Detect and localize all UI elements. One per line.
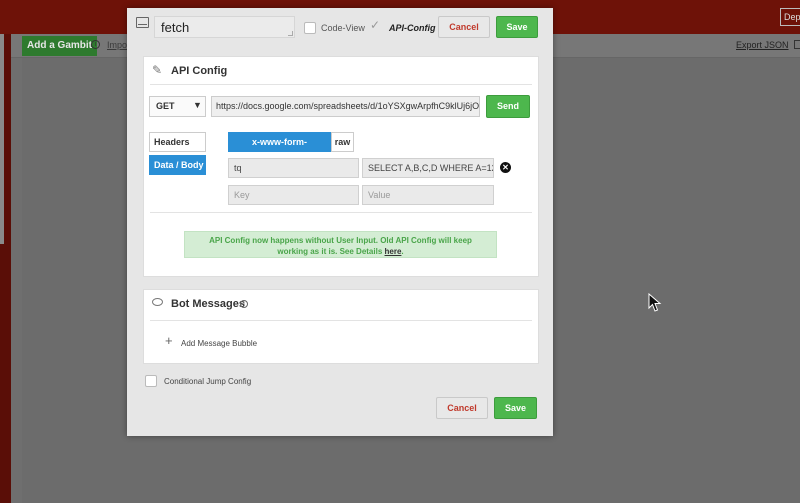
deploy-button[interactable]: Deploy bbox=[780, 8, 800, 26]
notice-line-2: working as it is. See Details here. bbox=[185, 246, 496, 257]
export-json-link[interactable]: Export JSON bbox=[736, 40, 789, 50]
tab-x-www-form-urlencoded[interactable]: x-www-form-urlencoded bbox=[228, 132, 331, 165]
param-value-input[interactable]: SELECT A,B,C,D WHERE A=123 bbox=[362, 158, 494, 178]
notice-text: working as it is. See Details bbox=[277, 247, 383, 256]
pencil-icon: ✎ bbox=[152, 63, 163, 77]
gambit-name-input[interactable] bbox=[154, 16, 295, 38]
new-param-key-input[interactable]: Key bbox=[228, 185, 359, 205]
mouse-cursor-icon bbox=[648, 293, 662, 312]
tab-data-body[interactable]: Data / Body bbox=[149, 155, 206, 175]
gambit-card-icon bbox=[136, 17, 149, 28]
resize-grip-icon[interactable] bbox=[288, 31, 293, 36]
api-url-input[interactable]: https://docs.google.com/spreadsheets/d/1… bbox=[211, 96, 480, 117]
code-view-checkbox[interactable] bbox=[304, 22, 316, 34]
tab-headers[interactable]: Headers bbox=[149, 132, 206, 152]
api-config-title: API Config bbox=[171, 65, 228, 77]
left-scroll-handle[interactable] bbox=[0, 34, 4, 244]
app-left-strip bbox=[0, 34, 11, 503]
remove-param-icon[interactable]: ✕ bbox=[500, 162, 511, 173]
divider bbox=[150, 212, 532, 213]
code-view-label: Code-View bbox=[321, 23, 365, 33]
cancel-button-top[interactable]: Cancel bbox=[438, 16, 490, 38]
export-icon[interactable] bbox=[794, 40, 800, 49]
param-key-input[interactable]: tq bbox=[228, 158, 359, 178]
divider bbox=[150, 84, 532, 85]
info-icon[interactable]: i bbox=[91, 40, 100, 49]
api-config-notice: API Config now happens without User Inpu… bbox=[184, 231, 497, 258]
new-param-value-input[interactable]: Value bbox=[362, 185, 494, 205]
add-message-bubble-button[interactable]: Add Message Bubble bbox=[181, 339, 257, 348]
caret-down-icon[interactable]: ▼ bbox=[193, 100, 202, 111]
api-config-checkmark-icon[interactable]: ✓ bbox=[370, 19, 380, 31]
cancel-button-bottom[interactable]: Cancel bbox=[436, 397, 488, 419]
send-button[interactable]: Send bbox=[486, 95, 530, 118]
chat-bubble-icon bbox=[152, 298, 163, 306]
tab-raw[interactable]: raw bbox=[331, 132, 354, 152]
conditional-jump-label: Conditional Jump Config bbox=[164, 377, 252, 386]
details-here-link[interactable]: here bbox=[385, 247, 402, 256]
save-button-top[interactable]: Save bbox=[496, 16, 538, 38]
import-link[interactable]: Import bbox=[107, 40, 127, 50]
api-config-label: API-Config bbox=[389, 23, 436, 33]
notice-line-1: API Config now happens without User Inpu… bbox=[209, 236, 472, 245]
info-icon[interactable]: i bbox=[240, 300, 248, 308]
conditional-jump-checkbox[interactable] bbox=[145, 375, 157, 387]
save-button-bottom[interactable]: Save bbox=[494, 397, 537, 419]
plus-icon[interactable]: + bbox=[165, 334, 173, 347]
notice-end: . bbox=[401, 247, 404, 256]
divider bbox=[150, 320, 532, 321]
bot-messages-title: Bot Messages bbox=[171, 298, 245, 310]
add-gambit-button[interactable]: Add a Gambit bbox=[22, 36, 98, 56]
